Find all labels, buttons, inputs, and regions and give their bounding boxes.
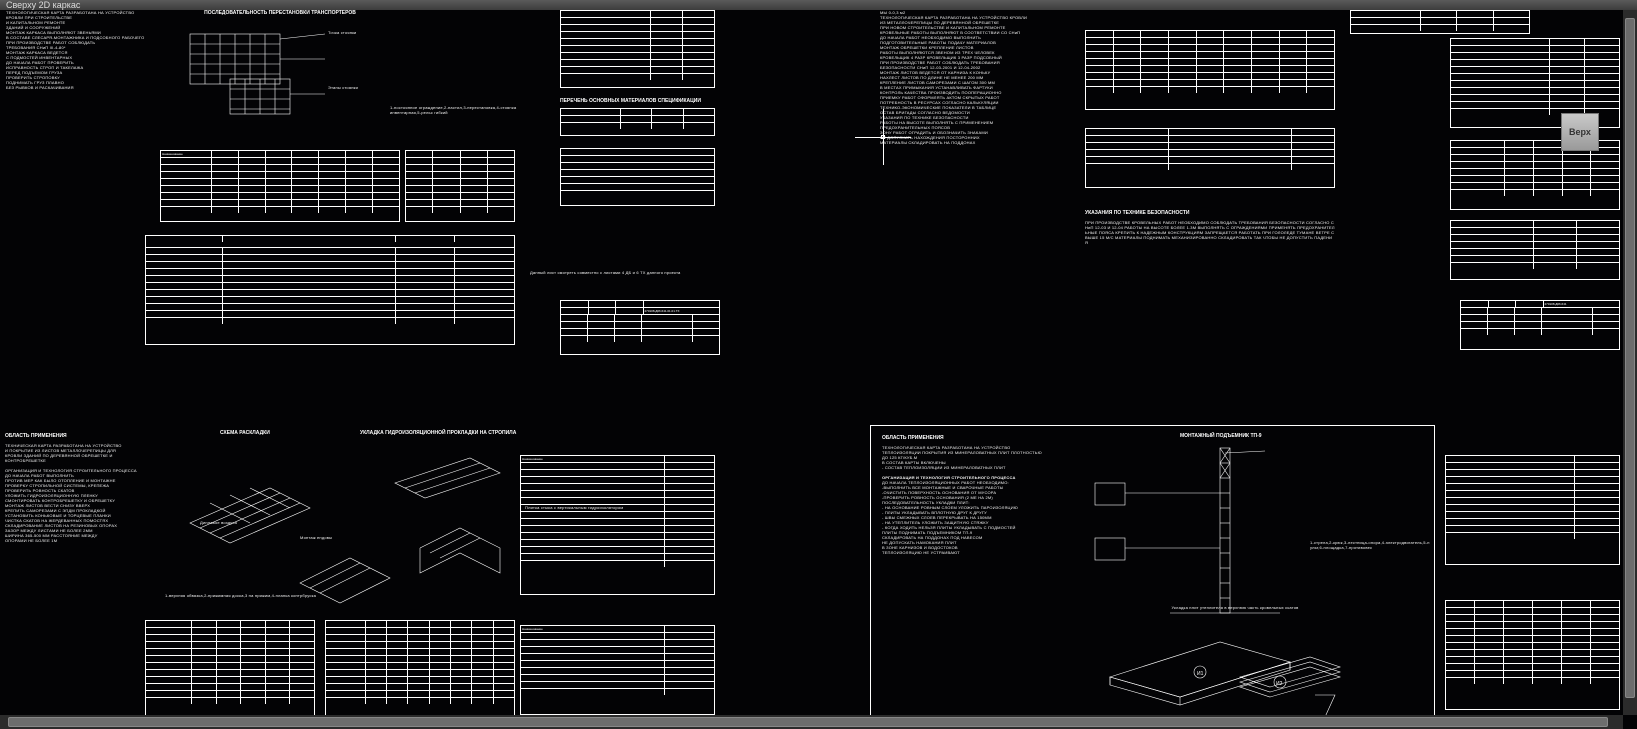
right-table-3 [560,148,715,206]
s2-table-2 [1085,128,1335,188]
right-table-2 [560,108,715,136]
callout: Точка стоянки [328,30,357,35]
table-title: ПЕРЕЧЕНЬ ОСНОВНЫХ МАТЕРИАЛОВ СПЕЦИФИКАЦИ… [560,98,715,104]
sketch-label-1: Диплавое воздуха [200,520,237,525]
title-text: Сверху 2D каркас [6,0,80,10]
vertical-scrollbar-thumb[interactable] [1625,18,1635,698]
hoist-legend: 1-стрела,2-крюк,3-лестница-опора,4-элект… [1310,540,1430,550]
plate-title: Укладка плит утеплителя в верхнюю часть … [1130,605,1340,610]
s2-table-1 [1085,30,1335,110]
s2-table-r3 [1450,220,1620,280]
horizontal-scrollbar[interactable] [0,715,1623,729]
hoist-svg [1070,443,1300,623]
diagram-title: ПОСЛЕДОВАТЕЛЬНОСТЬ ПЕРЕСТАНОВКИ ТРАНСПОР… [190,10,370,16]
diagram-svg [170,24,380,139]
safety-text: ПРИ ПРОИЗВОДСТВЕ КРОВЕЛЬНЫХ РАБОТ НЕОБХО… [1085,220,1335,350]
s3-table-1 [145,620,315,720]
diagram-legend: 1-постоянное ограждение,2-настил,3-перес… [390,105,520,115]
view-cube-face-top[interactable]: Верх [1561,113,1599,151]
callout: Этапы стоянки [328,85,358,90]
spec-table-2 [145,235,515,345]
s4-title: ОБЛАСТЬ ПРИМЕНЕНИЯ [882,435,944,441]
insulation-svg: И1 И2 [1090,617,1350,722]
model-space-canvas[interactable]: ТЕХНОЛОГИЧЕСКАЯ КАРТА РАЗРАБОТАНА НА УСТ… [0,10,1637,729]
drawing-sheet-3: ОБЛАСТЬ ПРИМЕНЕНИЯ ТЕХНИЧЕСКАЯ КАРТА РАЗ… [0,425,720,729]
view-cube[interactable]: Верх [1553,105,1607,159]
notes-block: ТЕХНОЛОГИЧЕСКАЯ КАРТА РАЗРАБОТАНА НА УСТ… [6,10,160,210]
window-titlebar: Сверху 2D каркас [0,0,1637,10]
vertical-scrollbar[interactable] [1623,10,1637,715]
s4-table-r1 [1445,455,1620,565]
s4-table-r2 [1445,600,1620,710]
sketch-legend: 1-верхняя обвязка,2-прижимная доска,3 на… [165,593,375,598]
title-block: 270108.Д06.641.01.01.ТХ [560,300,720,355]
dense-notes: МЫ 0-0,3 м2ТЕХНОЛОГИЧЕСКАЯ КАРТА РАЗРАБО… [880,10,1075,355]
section-header: УКАЗАНИЯ ПО ТЕХНИКЕ БЕЗОПАСНОСТИ [1085,210,1335,216]
s4-notes: ТЕХНОЛОГИЧЕСКАЯ КАРТА РАЗРАБОТАНА НА УСТ… [882,445,1060,720]
sketch-title-1: Схема раскладки [220,430,270,436]
title-block-s2: 270108.Д06.641 [1460,300,1620,350]
sketch-title-2: Укладка гидроизоляционной прокладки на с… [360,430,516,436]
drawing-sheet-4: ОБЛАСТЬ ПРИМЕНЕНИЯ ТЕХНОЛОГИЧЕСКАЯ КАРТА… [870,425,1630,729]
s3-notes: ТЕХНИЧЕСКАЯ КАРТА РАЗРАБОТАНА НА УСТРОЙС… [5,443,155,723]
iso-sketches-svg [160,443,510,613]
transport-diagram: ПОСЛЕДОВАТЕЛЬНОСТЬ ПЕРЕСТАНОВКИ ТРАНСПОР… [170,10,380,140]
svg-text:И2: И2 [1276,681,1283,687]
svg-text:И1: И1 [1197,671,1204,677]
hoist-title: Монтажный подъемник ТП-9 [1180,433,1262,439]
spec-table-1b [405,150,515,222]
s3-title: ОБЛАСТЬ ПРИМЕНЕНИЯ [5,433,67,439]
horizontal-scrollbar-thumb[interactable] [8,717,1608,727]
footer-note: Данный лист смотреть совместно с листами… [530,270,715,275]
right-table-1 [560,10,715,88]
s3-table-2 [325,620,515,720]
s3-table-r: Наименование [520,455,715,595]
s2-table-r0 [1350,10,1530,34]
s3-table-r2: Наименование [520,625,715,715]
sketch-label-2: Монтаж ендовы [300,535,332,540]
drawing-sheet-2: МЫ 0-0,3 м2ТЕХНОЛОГИЧЕСКАЯ КАРТА РАЗРАБО… [870,10,1630,360]
spec-table-1: Наименование [160,150,400,222]
